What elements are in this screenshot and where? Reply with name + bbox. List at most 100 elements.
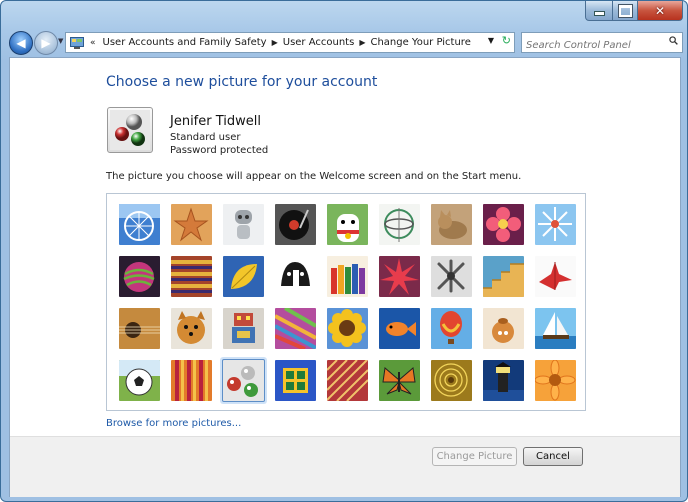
picture-tile-crayons[interactable] (327, 256, 368, 297)
robot-icon (223, 204, 264, 245)
forward-button[interactable]: ▶ (34, 31, 58, 55)
gyroscope-icon (379, 204, 420, 245)
caption-buttons: ✕ (585, 1, 683, 21)
breadcrumb-item[interactable]: Change Your Picture (370, 37, 470, 48)
breadcrumb-item[interactable]: User Accounts (283, 37, 355, 48)
marbles-icon (110, 110, 150, 150)
picture-tile-kitten[interactable] (431, 204, 472, 245)
picture-tile-lucky-cat[interactable] (327, 204, 368, 245)
guitar-icon (119, 308, 160, 349)
address-bar[interactable]: « User Accounts and Family Safety ▶ User… (65, 32, 515, 53)
lighthouse-icon (483, 360, 524, 401)
picture-tile-teapot[interactable] (483, 308, 524, 349)
picture-tile-hot-air-balloon[interactable] (431, 308, 472, 349)
recent-pages-dropdown[interactable]: ▼ (58, 37, 63, 45)
picture-tile-turntable[interactable] (275, 204, 316, 245)
maximize-icon (618, 4, 632, 17)
picture-tile-jacks[interactable] (431, 256, 472, 297)
scarves-icon (275, 308, 316, 349)
flower-icon (483, 204, 524, 245)
window-icon (275, 360, 316, 401)
lucky-cat-icon (327, 204, 368, 245)
picture-tile-puppy[interactable] (171, 308, 212, 349)
daisy-icon (535, 360, 576, 401)
page-title: Choose a new picture for your account (106, 74, 378, 90)
search-input[interactable] (522, 37, 661, 54)
user-name: Jenifer Tidwell (170, 114, 261, 129)
picture-tile-guitar[interactable] (119, 308, 160, 349)
picture-tile-marbles[interactable] (222, 359, 265, 402)
title-bar: ✕ (1, 1, 687, 27)
fabric-icon (171, 256, 212, 297)
breadcrumb-separator-icon[interactable]: ▶ (272, 38, 278, 47)
picture-tile-gyroscope[interactable] (379, 204, 420, 245)
marbles-icon (223, 360, 264, 401)
picture-tile-lighthouse[interactable] (483, 360, 524, 401)
picture-tile-toy-robot[interactable] (223, 308, 264, 349)
address-overflow-icon[interactable]: « (90, 38, 96, 48)
stairs-icon (483, 256, 524, 297)
picture-tile-dog[interactable] (275, 256, 316, 297)
breadcrumb-item[interactable]: User Accounts and Family Safety (103, 37, 267, 48)
user-account-type: Standard user (170, 132, 241, 143)
dog-icon (275, 256, 316, 297)
picture-grid (119, 204, 576, 402)
picture-tile-striped-ball[interactable] (119, 256, 160, 297)
picture-tile-flower[interactable] (483, 204, 524, 245)
picture-tile-sunflower[interactable] (327, 308, 368, 349)
soccer-ball-icon (119, 360, 160, 401)
close-button[interactable]: ✕ (638, 1, 683, 21)
picture-tile-robot[interactable] (223, 204, 264, 245)
picture-tile-starfish[interactable] (171, 204, 212, 245)
browse-more-pictures-link[interactable]: Browse for more pictures... (106, 418, 241, 429)
address-dropdown-icon[interactable]: ▼ (488, 36, 494, 45)
red-star-icon (379, 256, 420, 297)
turntable-icon (275, 204, 316, 245)
picture-tile-gold-flower[interactable] (431, 360, 472, 401)
picture-tile-ferris-wheel[interactable] (119, 204, 160, 245)
refresh-icon[interactable]: ↻ (502, 34, 511, 47)
leaf-icon (223, 256, 264, 297)
change-picture-button[interactable]: Change Picture (432, 447, 517, 466)
teapot-icon (483, 308, 524, 349)
rug-icon (327, 360, 368, 401)
picture-tile-paper-crane[interactable] (535, 256, 576, 297)
minimize-button[interactable] (585, 1, 613, 21)
search-icon[interactable] (669, 36, 678, 45)
picture-tile-scarves[interactable] (275, 308, 316, 349)
picture-tile-sailboat[interactable] (535, 308, 576, 349)
toy-robot-icon (223, 308, 264, 349)
fish-icon (379, 308, 420, 349)
ferris-wheel-icon (119, 204, 160, 245)
back-button[interactable]: ◀ (9, 31, 33, 55)
control-panel-icon (69, 36, 85, 49)
picture-tile-daisy[interactable] (535, 360, 576, 401)
butterfly-icon (379, 360, 420, 401)
pinwheel-icon (535, 204, 576, 245)
crayons-icon (327, 256, 368, 297)
cancel-button[interactable]: Cancel (523, 447, 583, 466)
puppy-icon (171, 308, 212, 349)
back-arrow-icon: ◀ (16, 36, 26, 50)
minimize-icon (593, 11, 605, 16)
current-user-picture (107, 107, 153, 153)
picture-tile-fabric[interactable] (171, 256, 212, 297)
dialog-footer: Change Picture Cancel (10, 436, 680, 497)
search-box[interactable] (521, 32, 683, 54)
picture-tile-fish[interactable] (379, 308, 420, 349)
breadcrumb-separator-icon[interactable]: ▶ (359, 38, 365, 47)
paper-crane-icon (535, 256, 576, 297)
picture-tile-red-star[interactable] (379, 256, 420, 297)
picture-tile-textile[interactable] (171, 360, 212, 401)
picture-tile-window[interactable] (275, 360, 316, 401)
picture-tile-stairs[interactable] (483, 256, 524, 297)
picture-tile-pinwheel[interactable] (535, 204, 576, 245)
picture-tile-rug[interactable] (327, 360, 368, 401)
maximize-button[interactable] (613, 1, 638, 21)
picture-tile-butterfly[interactable] (379, 360, 420, 401)
forward-arrow-icon: ▶ (41, 36, 51, 50)
picture-tile-leaf[interactable] (223, 256, 264, 297)
picture-tile-soccer-ball[interactable] (119, 360, 160, 401)
navigation-bar: ◀ ▶ ▼ « User Accounts and Family Safety … (1, 29, 687, 55)
window: ✕ ◀ ▶ ▼ « User Accounts and Family Safet… (0, 0, 688, 502)
